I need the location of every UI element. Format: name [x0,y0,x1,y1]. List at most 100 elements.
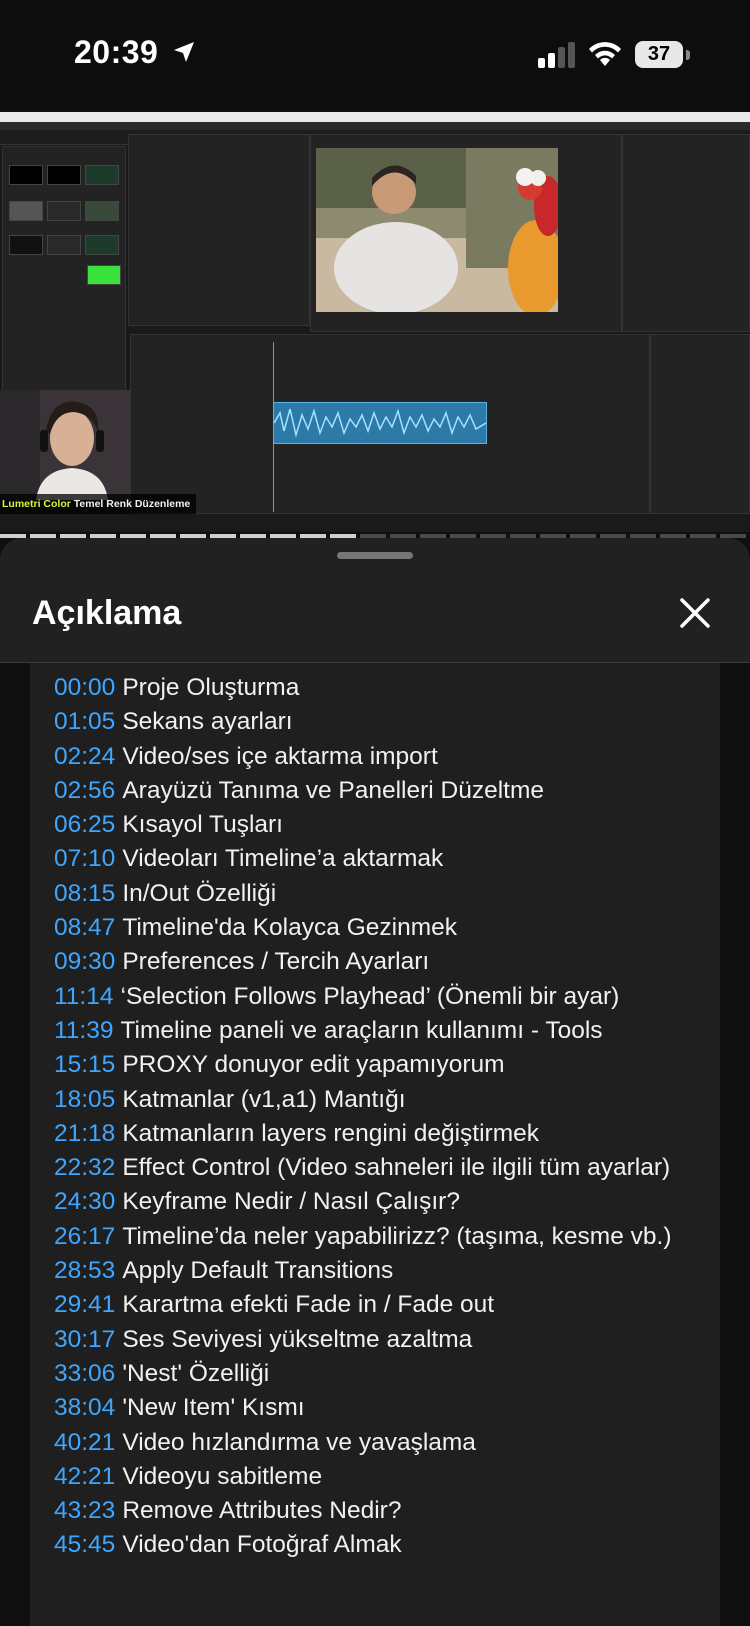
description-box: 00:00 Proje Oluşturma 01:05 Sekans ayarları… [30,663,720,1626]
chapter-title: ‘Selection Follows Playhead’ (Önemli bir… [120,982,620,1010]
chapter-item: 43:23 Remove Attributes Nedir? [54,1494,714,1528]
wifi-icon [589,42,621,66]
chapter-title: Arayüzü Tanıma ve Panelleri Düzeltme [122,776,545,804]
media-thumbnail [85,235,119,255]
chapter-list: 00:00 Proje Oluşturma 01:05 Sekans ayarları… [30,663,714,1563]
chapter-title: Video hızlandırma ve yavaşlama [122,1428,476,1456]
sheet-drag-handle[interactable] [337,552,413,559]
chapter-timestamp-link[interactable]: 28:53 [54,1257,115,1284]
chapter-item: 28:53 Apply Default Transitions [54,1254,714,1288]
effect-controls-panel [128,134,310,326]
green-screen-thumbnail [87,265,121,285]
chapter-item: 15:15 PROXY donuyor edit yapamıyorum [54,1048,714,1082]
chapter-item: 02:24 Video/ses içe aktarma import [54,740,714,774]
media-thumbnail [85,201,119,221]
chapter-title: Videoları Timeline’a aktarmak [122,845,444,873]
webcam-overlay [0,390,130,500]
media-thumbnail [47,235,81,255]
chapter-timestamp-link[interactable]: 08:47 [54,914,115,941]
chapter-title: Effect Control (Video sahneleri ile ilgi… [122,1154,671,1182]
chapter-timestamp-link[interactable]: 26:17 [54,1223,115,1250]
lumetri-color-panel [622,134,750,332]
chapter-title: Timeline paneli ve araçların kullanımı -… [120,1016,603,1044]
chapter-title: Kısayol Tuşları [122,811,283,839]
effects-panel [650,334,750,514]
description-scroll-area[interactable]: 00:00 Proje Oluşturma 01:05 Sekans ayarları… [0,663,750,1626]
caption-text: Temel Renk Düzenleme [73,498,191,510]
media-thumbnail [47,201,81,221]
chapter-timestamp-link[interactable]: 15:15 [54,1051,115,1078]
chapter-title: Timeline'da Kolayca Gezinmek [122,914,457,942]
chapter-timestamp-link[interactable]: 29:41 [54,1291,115,1318]
video-frame-image [316,148,558,312]
media-thumbnail [9,235,43,255]
status-time: 20:39 [74,34,159,70]
chapter-title: Remove Attributes Nedir? [122,1497,402,1525]
chapter-item: 06:25 Kısayol Tuşları [54,808,714,842]
chapter-item: 18:05 Katmanlar (v1,a1) Mantığı [54,1083,714,1117]
chapter-timestamp-link[interactable]: 00:00 [54,674,115,701]
chapter-item: 22:32 Effect Control (Video sahneleri ile… [54,1151,714,1185]
chapter-timestamp-link[interactable]: 11:39 [54,1017,114,1044]
chapter-item: 11:14 ‘Selection Follows Playhead’ (Öneml… [54,980,714,1014]
chapter-item: 09:30 Preferences / Tercih Ayarları [54,945,714,979]
chapter-title: Apply Default Transitions [122,1257,394,1285]
chapter-title: Video'dan Fotoğraf Almak [122,1531,402,1559]
chapter-title: Katmanlar (v1,a1) Mantığı [122,1085,406,1113]
chapter-timestamp-link[interactable]: 01:05 [54,708,115,735]
chapter-timestamp-link[interactable]: 02:56 [54,777,115,804]
editor-menu-bar [0,122,750,130]
chapter-title: Timeline’da neler yapabilirizz? (taşıma,… [122,1222,672,1250]
chapter-timestamp-link[interactable]: 43:23 [54,1497,115,1524]
media-thumbnail [47,165,81,185]
chapter-timestamp-link[interactable]: 21:18 [54,1120,115,1147]
chapter-timestamp-link[interactable]: 40:21 [54,1429,115,1456]
chapter-timestamp-link[interactable]: 22:32 [54,1154,115,1181]
chapter-timestamp-link[interactable]: 08:15 [54,880,115,907]
chapter-title: Proje Oluşturma [122,674,300,701]
chapter-timestamp-link[interactable]: 38:04 [54,1394,115,1421]
media-thumbnail [9,201,43,221]
chapter-title: 'New Item' Kısmı [122,1394,305,1422]
chapter-title: Video/ses içe aktarma import [122,742,438,770]
chapter-timestamp-link[interactable]: 02:24 [54,743,115,770]
editor-title-bar [0,112,750,122]
program-monitor-frame [316,148,558,312]
chapter-timestamp-link[interactable]: 18:05 [54,1086,115,1113]
chapter-title: 'Nest' Özelliği [122,1359,270,1387]
chapter-item: 29:41 Karartma efekti Fade in / Fade out [54,1288,714,1322]
chapter-title: Sekans ayarları [122,708,293,736]
chapter-item: 00:00 Proje Oluşturma [54,671,714,705]
chapter-item: 11:39 Timeline paneli ve araçların kullan… [54,1014,714,1048]
chapter-timestamp-link[interactable]: 30:17 [54,1326,115,1353]
media-thumbnail [9,165,43,185]
status-bar: 20:39 37 [0,0,750,112]
chapter-timestamp-link[interactable]: 33:06 [54,1360,115,1387]
battery-indicator: 37 [635,41,683,68]
audio-clip [273,402,487,444]
chapter-title: In/Out Özelliği [122,879,277,907]
chapter-item: 07:10 Videoları Timeline’a aktarmak [54,842,714,876]
chapter-title: Ses Seviyesi yükseltme azaltma [122,1325,473,1353]
chapter-timestamp-link[interactable]: 42:21 [54,1463,115,1490]
chapter-item: 42:21 Videoyu sabitleme [54,1460,714,1494]
chapter-timestamp-link[interactable]: 45:45 [54,1531,115,1558]
chapter-item: 21:18 Katmanların layers rengini değiştir… [54,1117,714,1151]
chapter-title: Preferences / Tercih Ayarları [122,948,430,976]
chapter-item: 40:21 Video hızlandırma ve yavaşlama [54,1426,714,1460]
chapter-timestamp-link[interactable]: 11:14 [54,983,114,1010]
close-icon[interactable] [678,596,712,630]
media-thumbnail [85,165,119,185]
chapter-timestamp-link[interactable]: 09:30 [54,948,115,975]
chapter-title: Karartma efekti Fade in / Fade out [122,1291,495,1319]
webcam-person-image [0,390,130,500]
chapter-item: 33:06 'Nest' Özelliği [54,1357,714,1391]
chapter-item: 08:47 Timeline'da Kolayca Gezinmek [54,911,714,945]
chapter-item: 38:04 'New Item' Kısmı [54,1391,714,1425]
chapter-item: 30:17 Ses Seviyesi yükseltme azaltma [54,1323,714,1357]
chapter-timestamp-link[interactable]: 24:30 [54,1188,115,1215]
video-player[interactable]: Lumetri Color Temel Renk Düzenleme [0,112,750,532]
chapter-timestamp-link[interactable]: 06:25 [54,811,115,838]
chapter-timestamp-link[interactable]: 07:10 [54,845,115,872]
chapter-item: 08:15 In/Out Özelliği [54,877,714,911]
